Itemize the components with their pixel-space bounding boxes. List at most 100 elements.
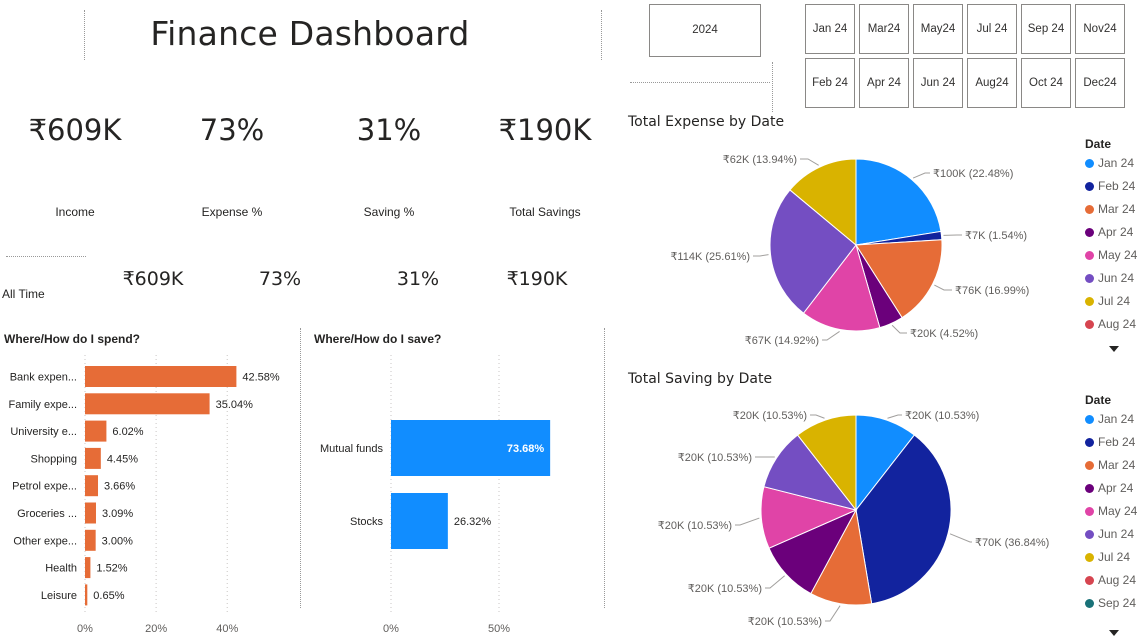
month-button-nov-24[interactable]: Nov 24 xyxy=(1075,4,1125,54)
visual-border xyxy=(300,328,301,608)
data-label: 0.65% xyxy=(93,590,124,602)
spend-chart-title: Where/How do I spend? xyxy=(4,332,141,346)
month-button-jan-24[interactable]: Jan 24 xyxy=(805,4,855,54)
leader-line xyxy=(891,324,907,334)
legend-item-sep-24[interactable]: Sep 24 xyxy=(1085,596,1136,610)
month-button-mar-24[interactable]: Mar 24 xyxy=(859,4,909,54)
bar[interactable] xyxy=(85,475,99,497)
month-button-jun-24[interactable]: Jun 24 xyxy=(913,58,963,108)
pie-data-label: ₹76K (16.99%) xyxy=(955,285,1029,297)
data-label: 3.66% xyxy=(104,481,135,493)
visual-border xyxy=(772,62,773,112)
visual-border xyxy=(6,256,86,257)
legend-marker-icon xyxy=(1085,250,1094,260)
pie-data-label: ₹20K (10.53%) xyxy=(678,452,752,464)
kpi-total-savings-value: ₹190K xyxy=(498,113,592,147)
expense-legend-title: Date xyxy=(1085,137,1112,151)
legend-marker-icon xyxy=(1085,227,1094,237)
pie-data-label: ₹20K (10.53%) xyxy=(658,520,732,532)
month-button-aug-24[interactable]: Aug 24 xyxy=(967,58,1017,108)
month-button-jul-24[interactable]: Jul 24 xyxy=(967,4,1017,54)
leader-line xyxy=(887,414,902,419)
pie-slice[interactable] xyxy=(855,158,942,246)
bar[interactable] xyxy=(391,493,448,549)
legend-marker-icon xyxy=(1085,460,1094,470)
legend-item-jan-24[interactable]: Jan 24 xyxy=(1085,156,1134,170)
legend-item-apr-24[interactable]: Apr 24 xyxy=(1085,225,1133,239)
bar[interactable] xyxy=(85,502,96,524)
category-label: Family expe... xyxy=(9,399,77,411)
month-button-apr-24[interactable]: Apr 24 xyxy=(859,58,909,108)
data-label: 4.45% xyxy=(107,453,138,465)
leader-line xyxy=(822,331,840,341)
expense-pie-title: Total Expense by Date xyxy=(628,114,785,130)
legend-label: Apr 24 xyxy=(1098,481,1134,495)
month-button-dec-24[interactable]: Dec 24 xyxy=(1075,58,1125,108)
kpi-total-savings-label: Total Savings xyxy=(509,205,581,219)
leader-line xyxy=(810,414,825,419)
pie-data-label: ₹70K (36.84%) xyxy=(975,537,1049,549)
save-bar-chart: 0% 50% Mutual funds 73.68% Stocks 26.32% xyxy=(320,355,551,635)
category-label: Mutual funds xyxy=(320,443,383,455)
x-tick-label: 50% xyxy=(488,623,510,635)
legend-scroll-down-icon[interactable] xyxy=(1109,630,1119,636)
kpi-expense-value: 73% xyxy=(199,113,265,147)
bar[interactable] xyxy=(85,557,91,579)
visual-border xyxy=(601,10,602,60)
kpi-saving-label: Saving % xyxy=(363,205,415,219)
bar[interactable] xyxy=(85,393,210,415)
category-label: Health xyxy=(45,563,77,575)
bar[interactable] xyxy=(85,529,96,551)
legend-item-jul-24[interactable]: Jul 24 xyxy=(1085,550,1130,564)
legend-item-feb-24[interactable]: Feb 24 xyxy=(1085,179,1135,193)
spend-bar-chart: 0% 20% 40% Bank expen... 42.58% Family expe..… xyxy=(9,355,280,635)
x-tick-label: 40% xyxy=(216,623,238,635)
year-slicer-2024[interactable]: 2024 xyxy=(649,4,761,57)
legend-item-apr-24[interactable]: Apr 24 xyxy=(1085,481,1133,495)
legend-label: Aug 24 xyxy=(1098,573,1137,587)
legend-item-may-24[interactable]: May 24 xyxy=(1085,504,1137,518)
leader-line xyxy=(765,575,785,589)
legend-item-may-24[interactable]: May 24 xyxy=(1085,248,1137,262)
data-label: 3.09% xyxy=(102,508,133,520)
pie-data-label: ₹62K (13.94%) xyxy=(723,154,797,166)
leader-line xyxy=(912,172,930,179)
legend-item-jun-24[interactable]: Jun 24 xyxy=(1085,271,1134,285)
pie-data-label: ₹20K (10.53%) xyxy=(688,583,762,595)
legend-item-feb-24[interactable]: Feb 24 xyxy=(1085,435,1135,449)
bar[interactable] xyxy=(85,584,88,606)
legend-marker-icon xyxy=(1085,273,1094,283)
category-label: Bank expen... xyxy=(10,372,77,384)
kpi-income-value: ₹609K xyxy=(28,113,122,147)
category-label: Other expe... xyxy=(13,535,77,547)
pie-data-label: ₹20K (10.53%) xyxy=(748,616,822,628)
legend-label: Jul 24 xyxy=(1098,550,1131,564)
legend-marker-icon xyxy=(1085,296,1094,306)
month-button-sep-24[interactable]: Sep 24 xyxy=(1021,4,1071,54)
bar[interactable] xyxy=(85,420,107,442)
legend-item-jan-24[interactable]: Jan 24 xyxy=(1085,412,1134,426)
legend-item-mar-24[interactable]: Mar 24 xyxy=(1085,202,1135,216)
legend-marker-icon xyxy=(1085,598,1094,608)
x-tick-label: 0% xyxy=(383,623,399,635)
legend-item-mar-24[interactable]: Mar 24 xyxy=(1085,458,1135,472)
month-button-feb-24[interactable]: Feb 24 xyxy=(805,58,855,108)
legend-marker-icon xyxy=(1085,437,1094,447)
month-button-oct-24[interactable]: Oct 24 xyxy=(1021,58,1071,108)
category-label: Groceries ... xyxy=(17,508,77,520)
legend-marker-icon xyxy=(1085,483,1094,493)
bar[interactable] xyxy=(85,366,237,387)
legend-label: Feb 24 xyxy=(1098,179,1136,193)
save-chart-title: Where/How do I save? xyxy=(314,332,442,346)
month-button-may-24[interactable]: May 24 xyxy=(913,4,963,54)
data-label: 1.52% xyxy=(96,563,127,575)
legend-item-jul-24[interactable]: Jul 24 xyxy=(1085,294,1130,308)
legend-scroll-down-icon[interactable] xyxy=(1109,346,1119,352)
legend-marker-icon xyxy=(1085,529,1094,539)
legend-item-jun-24[interactable]: Jun 24 xyxy=(1085,527,1134,541)
legend-item-aug-24[interactable]: Aug 24 xyxy=(1085,317,1136,331)
page-title: Finance Dashboard xyxy=(150,14,470,53)
legend-item-aug-24[interactable]: Aug 24 xyxy=(1085,573,1136,587)
bar[interactable] xyxy=(85,447,101,469)
all-time-saving-pct: 31% xyxy=(396,268,440,290)
